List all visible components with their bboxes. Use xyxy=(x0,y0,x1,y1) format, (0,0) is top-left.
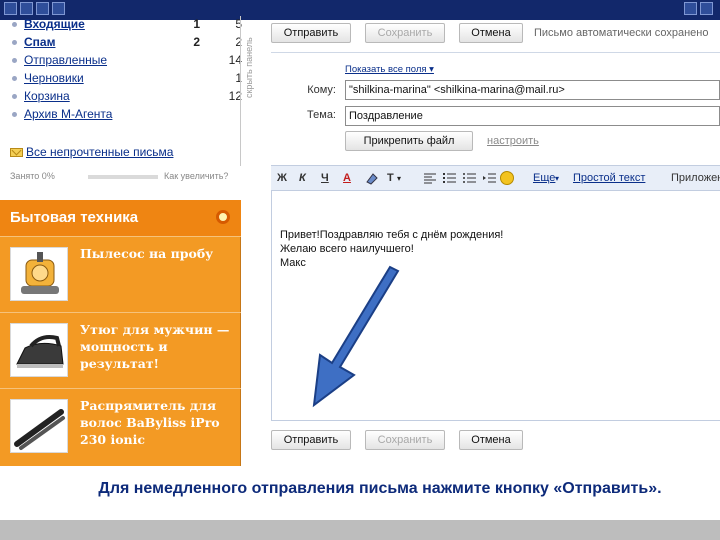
autosave-status: Письмо автоматически сохранено xyxy=(534,27,709,39)
save-button-bottom[interactable]: Сохранить xyxy=(365,430,445,450)
hide-panel-link[interactable]: скрыть панель xyxy=(244,18,258,98)
window-square-icon xyxy=(4,2,17,15)
text-color-button[interactable]: A xyxy=(343,172,351,184)
ad-item[interactable]: Утюг для мужчин — мощность и результат! xyxy=(0,312,241,388)
usage-label: Занято 0% xyxy=(10,171,55,181)
bottom-strip xyxy=(0,520,720,540)
folder-row-agent-archive[interactable]: Архив М-Агента xyxy=(12,106,234,124)
folder-name[interactable]: Спам xyxy=(24,35,55,49)
window-square-icon xyxy=(684,2,697,15)
ad-block: Бытовая техника Пылесос на пробу Утюг дл… xyxy=(0,200,241,466)
more-menu[interactable]: Еще xyxy=(533,172,555,184)
to-label: Кому: xyxy=(307,84,336,96)
folder-name[interactable]: Корзина xyxy=(24,89,70,103)
envelope-icon xyxy=(10,148,23,157)
instruction-caption: Для немедленного отправления письма нажм… xyxy=(98,480,662,497)
iron-icon[interactable] xyxy=(10,323,68,377)
folder-total-count: 12 xyxy=(228,89,242,103)
folder-row-trash[interactable]: Корзина 12 xyxy=(12,88,242,106)
indent-icon[interactable] xyxy=(483,172,497,187)
bullet-list-icon[interactable] xyxy=(463,172,477,187)
ad-text[interactable]: Утюг для мужчин — мощность и результат! xyxy=(80,321,236,372)
folder-name[interactable]: Архив М-Агента xyxy=(24,107,112,121)
bullet-icon xyxy=(12,76,17,81)
folder-list: Входящие 1 5 Спам 2 2 Отправленные 14 Че… xyxy=(0,16,242,166)
apps-menu[interactable]: Приложения xyxy=(671,172,720,184)
bullet-icon xyxy=(12,94,17,99)
window-square-icon xyxy=(52,2,65,15)
bullet-icon xyxy=(12,22,17,27)
panel-divider xyxy=(240,16,241,166)
send-button-top[interactable]: Отправить xyxy=(271,23,351,43)
align-icon[interactable] xyxy=(423,172,437,187)
formatting-toolbar: Ж К Ч A T ▾ Еще ▾ Простой текст Приложен… xyxy=(271,165,720,191)
attach-settings-link[interactable]: настроить xyxy=(487,135,539,147)
numbered-list-icon[interactable] xyxy=(443,172,457,187)
pointer-arrow-icon xyxy=(312,265,400,408)
italic-button[interactable]: К xyxy=(299,172,306,184)
subject-label: Тема: xyxy=(307,109,336,121)
underline-button[interactable]: Ч xyxy=(321,172,329,184)
folder-row-sent[interactable]: Отправленные 14 xyxy=(12,52,242,70)
highlight-icon[interactable] xyxy=(365,172,379,188)
folder-name[interactable]: Черновики xyxy=(24,71,84,85)
folder-total-count: 1 xyxy=(235,71,242,85)
ad-title[interactable]: Бытовая техника xyxy=(10,209,138,226)
smiley-icon[interactable] xyxy=(500,171,514,185)
ad-text[interactable]: Распрямитель для волос BaByliss iPro 230… xyxy=(80,397,236,448)
ad-header: Бытовая техника xyxy=(0,200,241,236)
body-line: Привет!Поздравляю тебя с днём рождения! xyxy=(280,229,504,241)
unread-messages-label[interactable]: Все непрочтенные письма xyxy=(26,145,173,159)
window-square-icon xyxy=(20,2,33,15)
save-button-top[interactable]: Сохранить xyxy=(365,23,445,43)
usage-bar xyxy=(88,175,158,179)
ad-item[interactable]: Распрямитель для волос BaByliss iPro 230… xyxy=(0,388,241,464)
plain-text-link[interactable]: Простой текст xyxy=(573,172,645,184)
folder-total-count: 14 xyxy=(228,53,242,67)
folder-name[interactable]: Отправленные xyxy=(24,53,107,67)
folder-row-inbox[interactable]: Входящие 1 5 xyxy=(12,16,242,34)
bullet-icon xyxy=(12,40,17,45)
usage-help-link[interactable]: Как увеличить? xyxy=(164,171,228,181)
attach-file-button[interactable]: Прикрепить файл xyxy=(345,131,473,151)
hair-straightener-icon[interactable] xyxy=(10,399,68,453)
window-square-icon xyxy=(700,2,713,15)
bullet-icon xyxy=(12,58,17,63)
unread-messages-link[interactable]: Все непрочтенные письма xyxy=(10,145,173,159)
folder-row-spam[interactable]: Спам 2 2 xyxy=(12,34,242,52)
folder-name[interactable]: Входящие xyxy=(24,17,85,31)
subject-field[interactable]: Поздравление xyxy=(345,106,720,126)
dropdown-arrow-icon[interactable]: ▾ xyxy=(555,174,559,183)
ad-text[interactable]: Пылесос на пробу xyxy=(80,245,236,262)
ad-logo-icon xyxy=(216,210,230,224)
storage-usage: Занято 0% Как увеличить? xyxy=(10,170,235,184)
bold-button[interactable]: Ж xyxy=(277,172,287,184)
dropdown-arrow-icon[interactable]: ▾ xyxy=(397,174,401,183)
folder-new-count: 1 xyxy=(193,17,200,31)
font-size-button[interactable]: T xyxy=(387,172,394,184)
folder-total-count: 5 xyxy=(235,17,242,31)
folder-new-count: 2 xyxy=(193,35,200,49)
folder-total-count: 2 xyxy=(235,35,242,49)
vacuum-cleaner-icon[interactable] xyxy=(10,247,68,301)
bullet-icon xyxy=(12,112,17,117)
folder-row-drafts[interactable]: Черновики 1 xyxy=(12,70,242,88)
window-square-icon xyxy=(36,2,49,15)
send-button-bottom[interactable]: Отправить xyxy=(271,430,351,450)
cancel-button-top[interactable]: Отмена xyxy=(459,23,523,43)
cancel-button-bottom[interactable]: Отмена xyxy=(459,430,523,450)
to-field[interactable]: "shilkina-marina" <shilkina-marina@mail.… xyxy=(345,80,720,100)
body-line: Желаю всего наилучшего! xyxy=(280,243,414,255)
show-all-fields-link[interactable]: Показать все поля ▾ xyxy=(345,64,434,75)
ad-item[interactable]: Пылесос на пробу xyxy=(0,236,241,312)
